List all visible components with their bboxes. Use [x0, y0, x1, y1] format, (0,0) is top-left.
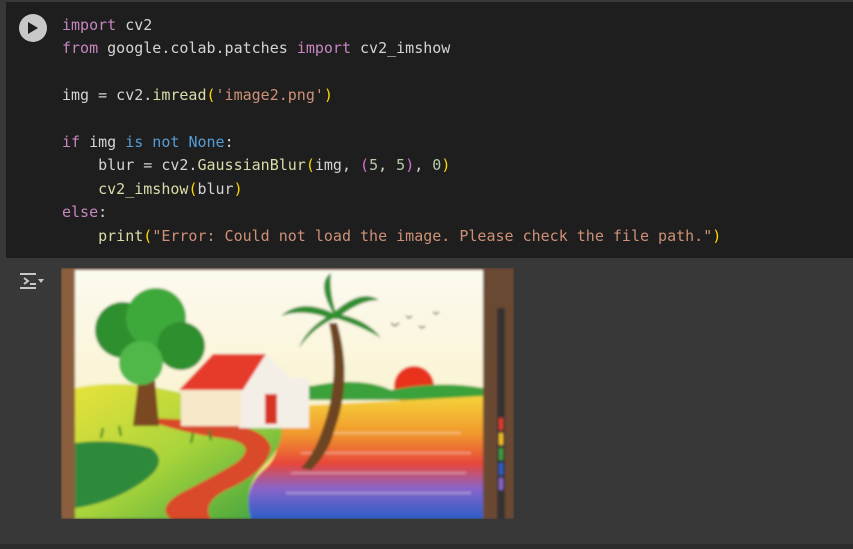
code-line-9: else:: [62, 203, 108, 222]
code-line-1: import cv2: [62, 16, 153, 34]
cell-output: [0, 258, 853, 549]
code-line-8: cv2_imshow(blur): [98, 179, 243, 198]
code-line-4: img = cv2.imread('image2.png'): [62, 86, 333, 105]
landscape-painting: [61, 268, 514, 519]
output-image: [61, 268, 514, 519]
code-line-6: if img is not None:: [62, 133, 234, 152]
output-toggle-icon[interactable]: [17, 270, 45, 292]
code-line-7: blur = cv2.GaussianBlur(img, (5, 5), 0): [62, 156, 451, 175]
run-cell-button[interactable]: [19, 14, 47, 42]
code-line-2: from google.colab.patches import cv2_ims…: [62, 39, 451, 58]
code-cell[interactable]: import cv2 from google.colab.patches imp…: [6, 2, 853, 258]
cell-separator: [0, 544, 853, 549]
code-editor[interactable]: import cv2 from google.colab.patches imp…: [62, 14, 721, 248]
play-icon: [28, 22, 38, 34]
code-line-10: print("Error: Could not load the image. …: [98, 226, 722, 245]
